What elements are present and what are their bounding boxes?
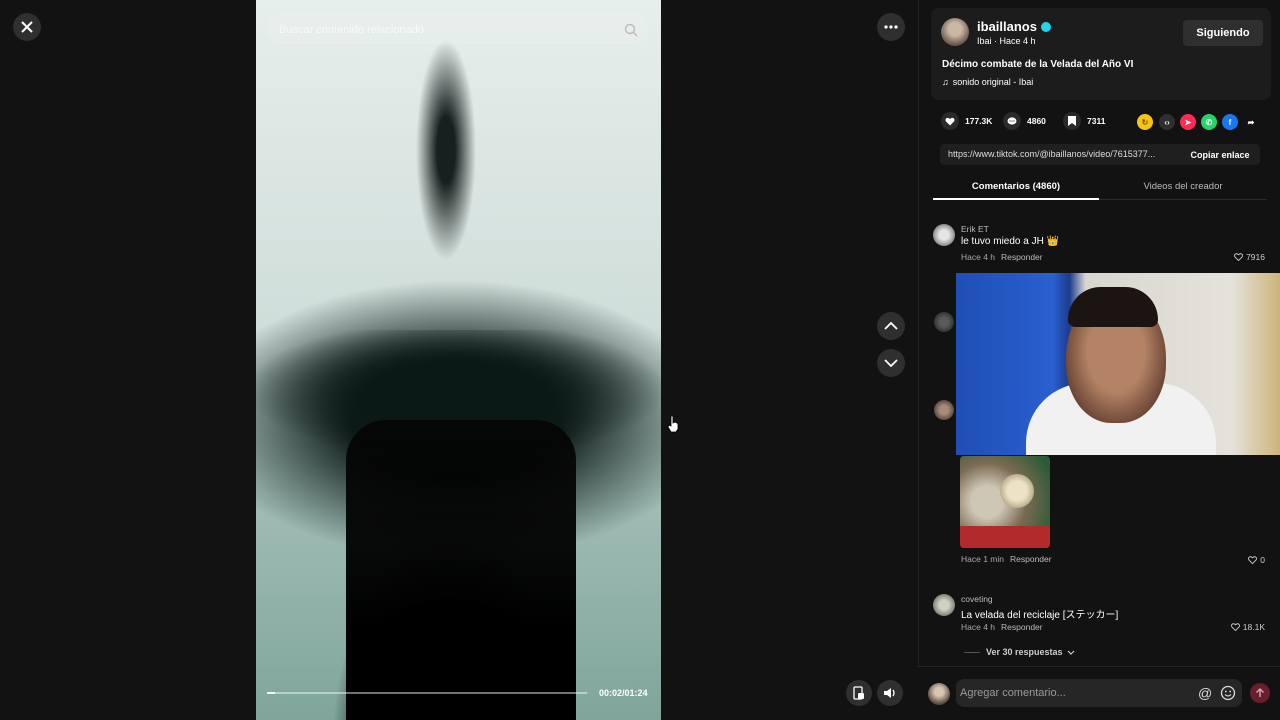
image-hair [1068,287,1158,327]
repost-icon[interactable]: ↻ [1137,114,1153,130]
send-comment-button[interactable] [1250,683,1270,703]
author-card: ibaillanos Ibai · Hace 4 h Siguiendo Déc… [931,8,1271,100]
send-to-friends-icon[interactable]: ➤ [1180,114,1196,130]
action-bar: 177.3K 4860 7311 ↻ ‹› ➤ ✆ f ➦ [941,112,1271,132]
related-search-box[interactable] [268,14,648,44]
like-count: 177.3K [965,116,993,126]
facebook-icon[interactable]: f [1222,114,1238,130]
my-avatar [928,683,950,705]
tab-active-indicator [933,198,1099,200]
author-subtitle: Ibai · Hace 4 h [977,36,1036,46]
comment-like[interactable]: 7916 [1234,252,1265,262]
next-video-button[interactable] [877,349,905,377]
reply-button[interactable]: Responder [1001,622,1043,632]
image-belt-strap [960,526,1050,548]
comment-avatar[interactable] [933,224,955,246]
image-belt-plate [1000,474,1034,508]
mention-icon[interactable]: @ [1198,685,1212,701]
related-search-input[interactable] [279,21,599,39]
reply-button[interactable]: Responder [1001,252,1043,262]
comment-meta: Hace 4 h Responder [961,622,1043,632]
verified-badge-icon [1040,22,1051,32]
heart-outline-icon [1248,556,1258,564]
like-action[interactable]: 177.3K [941,112,992,130]
save-action[interactable]: 7311 [1063,112,1105,130]
comment-text: le tuvo miedo a JH 👑 [961,236,1060,247]
share-link-row: https://www.tiktok.com/@ibaillanos/video… [940,144,1260,165]
video-progress-bar[interactable] [267,692,587,694]
tab-bar: Comentarios (4860) Videos del creador [933,176,1267,200]
bookmark-icon[interactable] [1063,112,1081,130]
comment-time: Hace 4 h [961,252,996,262]
comment-count: 4860 [1027,116,1046,126]
sound-name[interactable]: sonido original - Ibai [953,77,1034,87]
comment-time: Hace 1 min [961,554,1004,564]
video-frame-figure [346,420,576,720]
view-replies-label[interactable]: Ver 30 respuestas [986,647,1063,657]
hand-cursor-icon [667,415,679,433]
video-player[interactable] [256,0,661,720]
comment-like-count: 0 [1260,555,1265,565]
comment-username[interactable]: coveting [961,594,993,604]
copy-link-button[interactable]: Copiar enlace [1180,144,1260,165]
save-count: 7311 [1087,116,1106,126]
more-dots-icon [884,25,898,29]
share-url[interactable]: https://www.tiktok.com/@ibaillanos/video… [948,149,1174,159]
author-avatar[interactable] [941,18,969,46]
comment-like[interactable]: 18.1K [1230,622,1265,632]
tab-creator-videos[interactable]: Videos del creador [1099,181,1267,192]
comment-username[interactable]: Erik ET [961,224,989,234]
comment-like-count: 7916 [1246,252,1265,262]
video-time: 00:02/01:24 [599,688,648,698]
close-button[interactable] [13,13,41,41]
previous-video-button[interactable] [877,312,905,340]
author-name-row[interactable]: ibaillanos [977,19,1051,34]
reply-button[interactable]: Responder [1010,554,1052,564]
volume-icon [884,688,895,698]
video-description: Décimo combate de la Velada del Año VI [942,59,1134,70]
comment-like-count: 18.1K [1242,622,1265,632]
following-button[interactable]: Siguiendo [1183,20,1263,46]
emoji-icon[interactable] [1220,685,1236,701]
comment-time: Hace 4 h [961,622,996,632]
floating-player-button[interactable] [846,680,872,706]
comment-meta: Hace 4 h Responder [961,252,1043,262]
comment-input-box[interactable]: @ [956,679,1242,707]
heart-icon[interactable] [941,112,959,130]
divider-line [964,651,980,653]
whatsapp-icon[interactable]: ✆ [1201,114,1217,130]
reply-avatar[interactable] [934,312,954,332]
comment-avatar[interactable] [933,594,955,616]
author-name[interactable]: ibaillanos [977,19,1037,34]
share-arrow-icon[interactable]: ➦ [1243,114,1259,130]
volume-button[interactable] [877,680,903,706]
arrow-up-icon [1255,688,1265,697]
comment-text: La velada del reciclaje [ステッカー] [961,610,1119,621]
reply-avatar[interactable] [934,400,954,420]
comment-meta: Hace 1 min Responder [961,554,1052,564]
floating-player-icon [853,686,864,700]
tab-comments[interactable]: Comentarios (4860) [933,181,1099,192]
video-progress-fill [267,692,275,694]
comment-icon[interactable] [1003,112,1021,130]
chevron-down-icon [1067,650,1074,655]
comment-like[interactable]: 0 [1248,555,1265,565]
embed-icon[interactable]: ‹› [1159,114,1175,130]
heart-outline-icon [1234,253,1244,261]
sound-link[interactable]: ♫ sonido original - Ibai [942,77,1033,87]
comment-composer: @ [918,666,1280,720]
chevron-down-icon [884,359,898,367]
comment-input[interactable] [960,685,1190,701]
close-icon [21,21,33,33]
music-note-icon: ♫ [942,77,949,87]
more-options-button[interactable] [877,13,905,41]
view-replies-button[interactable]: Ver 30 respuestas [964,647,1075,657]
search-icon[interactable] [623,22,639,38]
reply-belt-image[interactable] [960,456,1050,548]
chevron-up-icon [884,322,898,330]
heart-outline-icon [1230,623,1240,631]
comment-action[interactable]: 4860 [1003,112,1046,130]
reply-sticker-image[interactable] [956,273,1280,455]
